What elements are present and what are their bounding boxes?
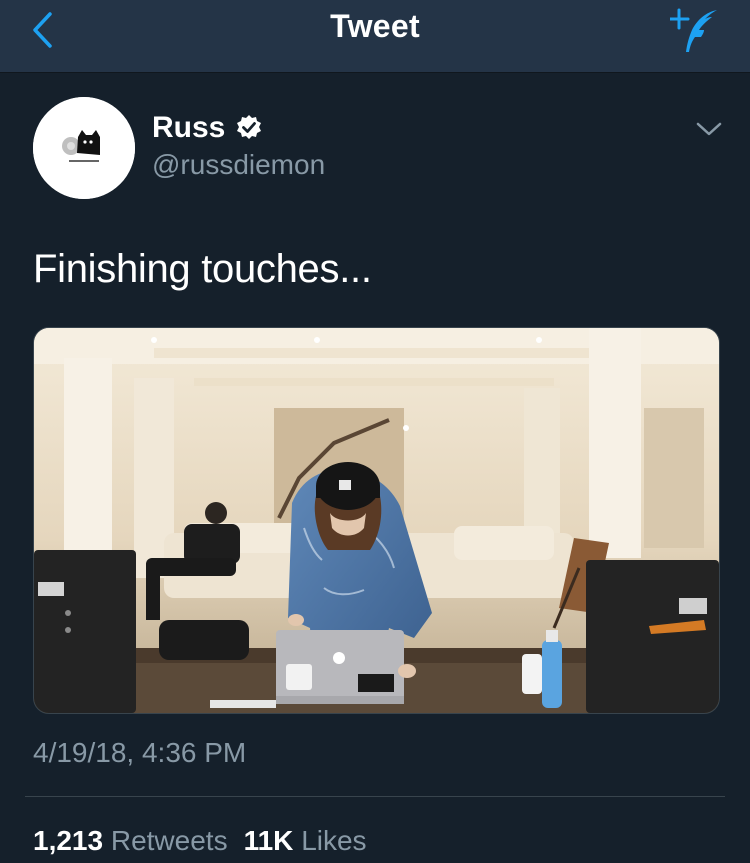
avatar[interactable] <box>33 97 135 199</box>
author-handle[interactable]: @russdiemon <box>152 149 325 181</box>
author-name-row[interactable]: Russ <box>152 111 263 145</box>
author-display-name: Russ <box>152 111 226 144</box>
likes-label: Likes <box>301 825 367 856</box>
page-title: Tweet <box>330 8 420 44</box>
chevron-down-icon <box>696 122 722 136</box>
retweets-label: Retweets <box>110 825 228 856</box>
tweet-timestamp: 4/19/18, 4:36 PM <box>33 737 247 768</box>
verified-badge-icon <box>237 115 262 139</box>
likes-count: 11K <box>243 825 294 856</box>
tweet-options-button[interactable] <box>694 117 724 141</box>
engagement-stats: 1,213 Retweets 11K Likes <box>33 825 373 857</box>
divider <box>25 796 725 797</box>
retweets-stat[interactable]: 1,213 Retweets <box>33 825 234 857</box>
compose-tweet-button[interactable] <box>668 6 722 56</box>
retweets-count: 1,213 <box>33 825 104 856</box>
tweet-text: Finishing touches... <box>33 247 372 291</box>
compose-tweet-icon <box>668 8 717 52</box>
tweet-detail: Russ @russdiemon Finishing touches... 4/… <box>0 73 750 863</box>
tweet-photo[interactable] <box>33 327 720 714</box>
top-navigation-bar: Tweet <box>0 0 750 73</box>
likes-stat[interactable]: 11K Likes <box>244 825 373 857</box>
studio-photo <box>34 328 719 713</box>
bear-logo-icon <box>33 97 135 199</box>
